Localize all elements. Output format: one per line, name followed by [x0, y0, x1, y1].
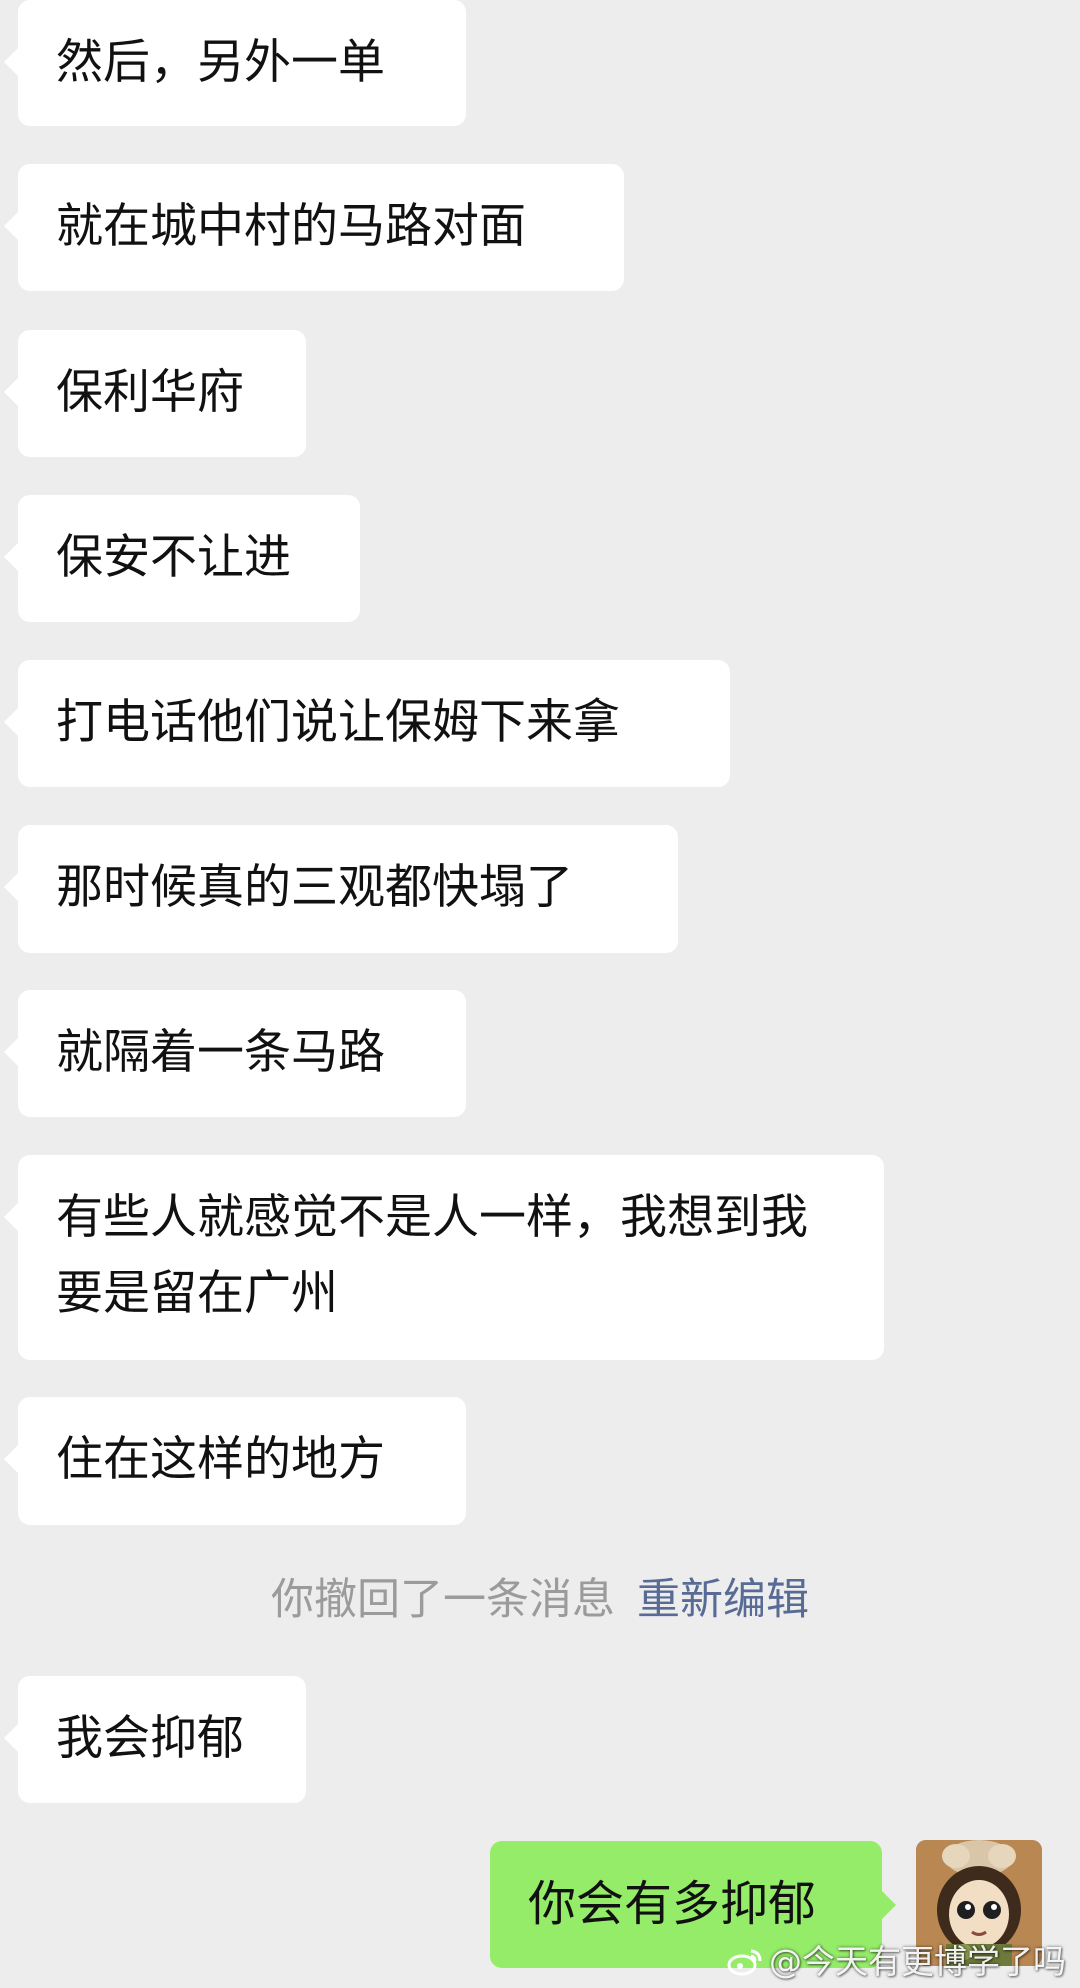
message-text: 保安不让进	[56, 530, 291, 585]
message-text: 那时候真的三观都快塌了	[56, 860, 573, 915]
chat-window[interactable]: 然后，另外一单 就在城中村的马路对面 保利华府 保安不让进 打电话他们说让保姆下…	[0, 0, 1080, 1988]
watermark: @今天有更博学了吗	[727, 1940, 1066, 1984]
message-text: 住在这样的地方	[56, 1432, 385, 1487]
message-bubble[interactable]: 然后，另外一单	[4, 0, 466, 126]
message-text: 有些人就感觉不是人一样，我想到我要是留在广州	[56, 1190, 808, 1321]
watermark-text: @今天有更博学了吗	[769, 1942, 1066, 1981]
message-bubble[interactable]: 住在这样的地方	[4, 1397, 466, 1525]
message-bubble[interactable]: 我会抑郁	[4, 1676, 306, 1803]
message-text: 然后，另外一单	[56, 35, 385, 90]
message-bubble[interactable]: 就隔着一条马路	[4, 990, 466, 1117]
message-bubble[interactable]: 那时候真的三观都快塌了	[4, 825, 678, 953]
message-bubble[interactable]: 打电话他们说让保姆下来拿	[4, 660, 730, 787]
message-text: 就隔着一条马路	[56, 1025, 385, 1080]
message-text: 就在城中村的马路对面	[56, 199, 526, 254]
message-bubble[interactable]: 保安不让进	[4, 495, 360, 622]
message-text: 你会有多抑郁	[528, 1876, 817, 1932]
message-text: 保利华府	[56, 365, 244, 420]
message-bubble[interactable]: 保利华府	[4, 330, 306, 457]
recall-notice: 你撤回了一条消息 重新编辑	[0, 1570, 1080, 1630]
message-text: 我会抑郁	[56, 1711, 244, 1766]
message-bubble[interactable]: 有些人就感觉不是人一样，我想到我要是留在广州	[4, 1155, 884, 1360]
recall-notice-text: 你撤回了一条消息	[271, 1575, 615, 1625]
reedit-link[interactable]: 重新编辑	[637, 1575, 809, 1625]
weibo-logo-icon	[727, 1949, 762, 1976]
message-text: 打电话他们说让保姆下来拿	[56, 695, 620, 750]
message-bubble[interactable]: 就在城中村的马路对面	[4, 164, 624, 291]
